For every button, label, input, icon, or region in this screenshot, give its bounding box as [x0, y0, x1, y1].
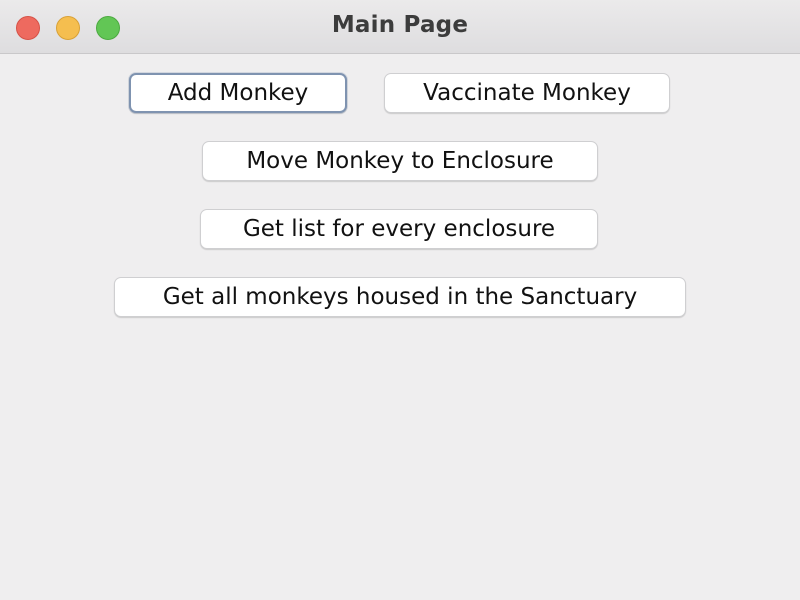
- title-bar: Main Page: [0, 0, 800, 54]
- get-all-monkeys-sanctuary-button[interactable]: Get all monkeys housed in the Sanctuary: [114, 277, 686, 317]
- get-list-every-enclosure-button[interactable]: Get list for every enclosure: [200, 209, 598, 249]
- main-window: Main Page Add Monkey Vaccinate Monkey Mo…: [0, 0, 800, 600]
- add-monkey-button[interactable]: Add Monkey: [129, 73, 347, 113]
- move-monkey-to-enclosure-button[interactable]: Move Monkey to Enclosure: [202, 141, 598, 181]
- vaccinate-monkey-button[interactable]: Vaccinate Monkey: [384, 73, 670, 113]
- window-title: Main Page: [331, 12, 469, 38]
